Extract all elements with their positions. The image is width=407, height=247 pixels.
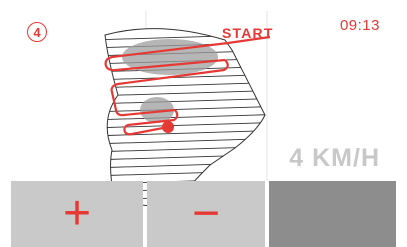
- step-number-text: 4: [33, 24, 41, 40]
- minus-icon: −: [191, 187, 221, 240]
- vehicle-position-marker: [162, 121, 174, 133]
- step-number-badge: 4: [27, 22, 47, 42]
- worked-area: [122, 39, 218, 75]
- blank-button[interactable]: [269, 181, 396, 247]
- navigation-screen: 4 START 09:13 4 KM/H + −: [0, 0, 407, 247]
- plus-icon: +: [62, 187, 92, 240]
- start-label: START: [222, 25, 274, 41]
- speed-readout: 4 KM/H: [289, 144, 380, 172]
- increase-speed-button[interactable]: +: [11, 181, 143, 247]
- clock-time: 09:13: [339, 17, 380, 34]
- decrease-speed-button[interactable]: −: [147, 181, 265, 247]
